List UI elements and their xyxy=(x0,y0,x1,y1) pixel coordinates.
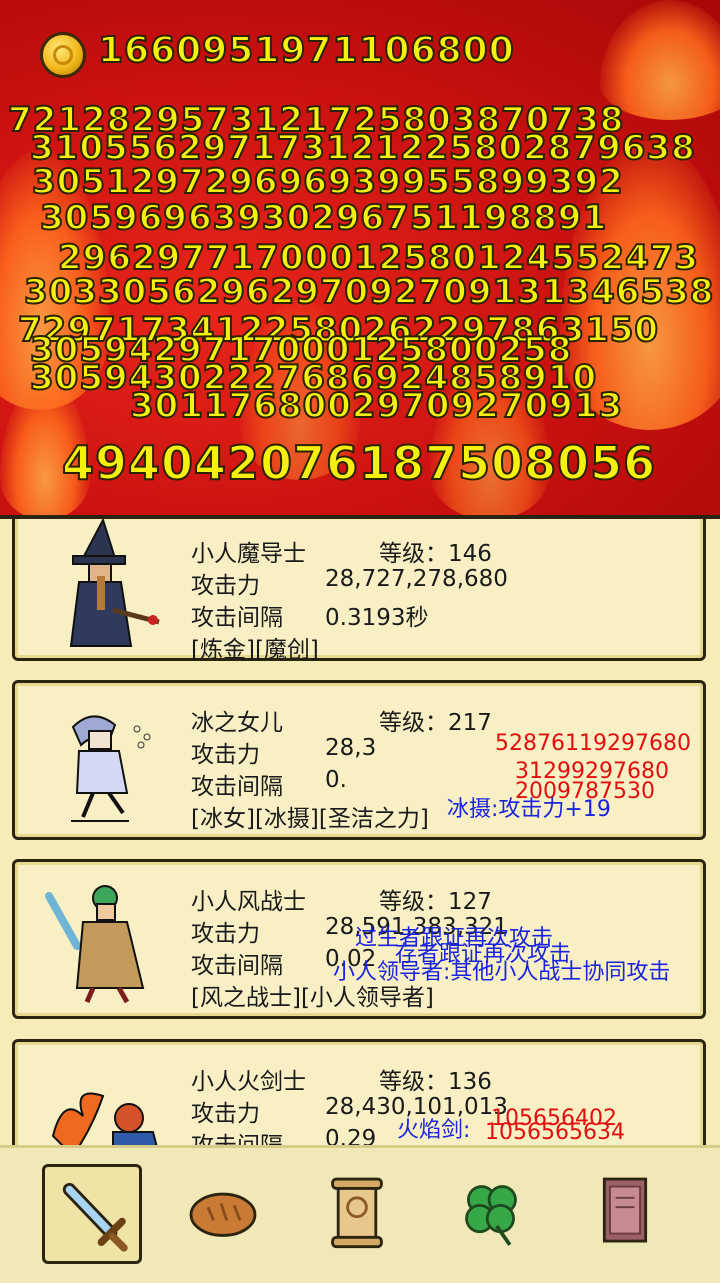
attack-label: 攻击力 xyxy=(191,742,260,768)
attack-label: 攻击力 xyxy=(191,921,260,947)
hero-level: 等级：146 xyxy=(379,541,492,567)
fire-swordsman-portrait xyxy=(51,1092,159,1149)
interval-value: 0.3193秒 xyxy=(325,605,429,631)
skill-popup: 小人领导者:其他小人战士协同攻击 xyxy=(333,960,671,985)
hero-name: 小人魔导士 xyxy=(191,541,306,567)
damage-popup: 52876119297680 xyxy=(495,731,691,756)
nav-luck-button[interactable] xyxy=(444,1164,544,1264)
skill-popup: 冰摄:攻击力+19 xyxy=(447,797,611,822)
hero-card[interactable]: 小人魔导士 等级：146 攻击力 28,727,278,680 攻击间隔 0.3… xyxy=(12,519,706,663)
bread-icon xyxy=(189,1192,257,1237)
total-damage-per-second: 49404207618750​8056 xyxy=(61,435,657,491)
hero-skills: [冰女][冰摄][圣洁之力] xyxy=(191,806,429,832)
damage-number: 30596963930296751198891 xyxy=(39,197,608,239)
damage-number: 3033056296297092709131346538 xyxy=(23,271,715,313)
clover-icon xyxy=(465,1185,517,1246)
interval-value: 0. xyxy=(325,767,347,793)
hero-name: 冰之女儿 xyxy=(191,710,283,736)
hero-level: 等级：217 xyxy=(379,710,492,736)
wizard-portrait xyxy=(69,519,160,647)
hero-card[interactable]: 冰之女儿 等级：217 攻击力 28,3 攻击间隔 0. [冰女][冰摄][圣洁… xyxy=(12,680,706,840)
bottom-nav xyxy=(0,1145,720,1283)
wind-warrior-portrait xyxy=(45,885,145,1004)
skill-popup: 火焰剑: xyxy=(397,1118,471,1143)
hero-level: 等级：127 xyxy=(379,889,492,915)
hero-list[interactable]: 小人魔导士 等级：146 攻击力 28,727,278,680 攻击间隔 0.3… xyxy=(0,515,720,1149)
nav-scroll-button[interactable] xyxy=(310,1164,410,1264)
gold-coin-icon xyxy=(40,32,86,78)
interval-label: 攻击间隔 xyxy=(191,774,283,800)
nav-book-button[interactable] xyxy=(578,1164,678,1264)
sword-icon xyxy=(62,1182,128,1252)
attack-label: 攻击力 xyxy=(191,1101,260,1127)
interval-label: 攻击间隔 xyxy=(191,605,283,631)
interval-label: 攻击间隔 xyxy=(191,953,283,979)
scroll-icon xyxy=(331,1177,383,1249)
damage-number: 305129729696939955899392 xyxy=(31,161,624,203)
battle-area[interactable]: 16609519711068​00 7212829573121725803870… xyxy=(0,0,720,515)
damage-number: 30117680029709270913 xyxy=(129,385,624,427)
hero-level: 等级：136 xyxy=(379,1069,492,1095)
damage-popup: 1056565634 xyxy=(485,1120,625,1145)
hero-name: 小人风战士 xyxy=(191,889,306,915)
attack-label: 攻击力 xyxy=(191,573,260,599)
hero-skills: [炼金][魔创] xyxy=(191,637,319,663)
attack-value: 28,3 xyxy=(325,735,377,761)
hero-card[interactable]: 小人风战士 等级：127 攻击力 28,591,383,321 攻击间隔 0.0… xyxy=(12,859,706,1019)
ice-maiden-portrait xyxy=(71,715,151,822)
gold-amount: 16609519711068​00 xyxy=(97,29,515,72)
book-icon xyxy=(602,1177,648,1243)
hero-card[interactable]: 小人火剑士 等级：136 攻击力 28,430,101,013 攻击间隔 0.2… xyxy=(12,1039,706,1149)
nav-heroes-button[interactable] xyxy=(42,1164,142,1264)
hero-name: 小人火剑士 xyxy=(191,1069,306,1095)
attack-value: 28,727,278,680 xyxy=(325,566,508,592)
nav-food-button[interactable] xyxy=(176,1164,276,1264)
